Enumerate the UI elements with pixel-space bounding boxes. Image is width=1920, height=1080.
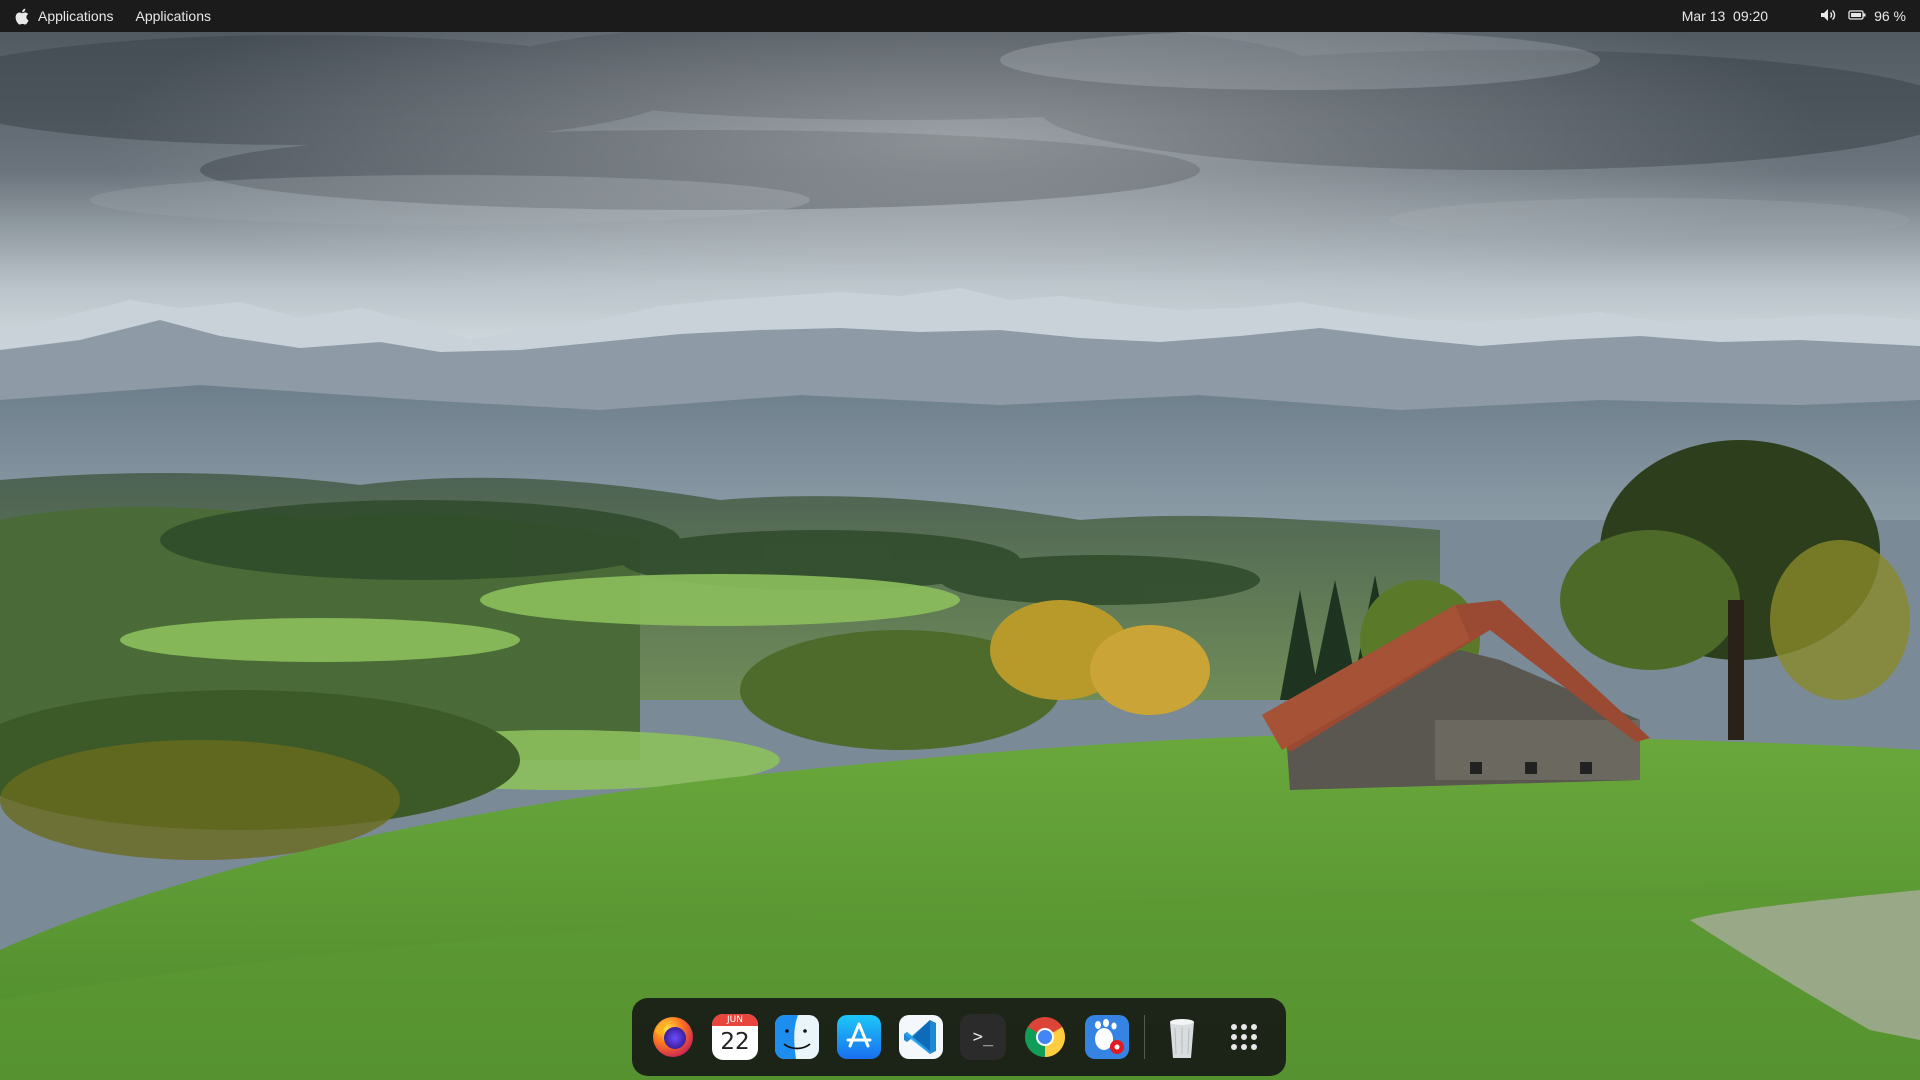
trash-icon[interactable] [1159,1014,1205,1060]
app-store-icon[interactable] [836,1014,882,1060]
applications-menu[interactable]: Applications [38,8,114,24]
clock[interactable]: Mar 13 09:20 [1682,8,1768,24]
speaker-icon[interactable] [1820,8,1838,24]
battery-percent[interactable]: 96 % [1874,8,1906,24]
dock-separator [1144,1015,1145,1059]
terminal-glyph: >_ [972,1027,994,1047]
grid-icon[interactable] [1221,1014,1267,1060]
apple-logo-icon[interactable] [14,7,30,25]
terminal-icon[interactable]: >_ [960,1014,1006,1060]
calendar-icon[interactable]: JUN 22 [712,1014,758,1060]
chrome-icon[interactable] [1022,1014,1068,1060]
gnome-settings-icon[interactable] [1084,1014,1130,1060]
vscode-icon[interactable] [898,1014,944,1060]
calendar-month: JUN [712,1014,758,1026]
battery-icon[interactable] [1848,9,1868,23]
finder-icon[interactable] [774,1014,820,1060]
app-menu[interactable]: Applications [136,8,212,24]
desktop-wallpaper [0,0,1920,1080]
calendar-day: 22 [720,1029,750,1055]
dock: JUN 22 >_ [632,998,1286,1076]
top-bar-left: Applications Applications [14,7,211,25]
activities-group[interactable]: Applications [14,7,114,25]
top-bar: Applications Applications Mar 13 09:20 9… [0,0,1920,32]
top-bar-right: Mar 13 09:20 96 % [1682,8,1906,24]
firefox-icon[interactable] [650,1014,696,1060]
